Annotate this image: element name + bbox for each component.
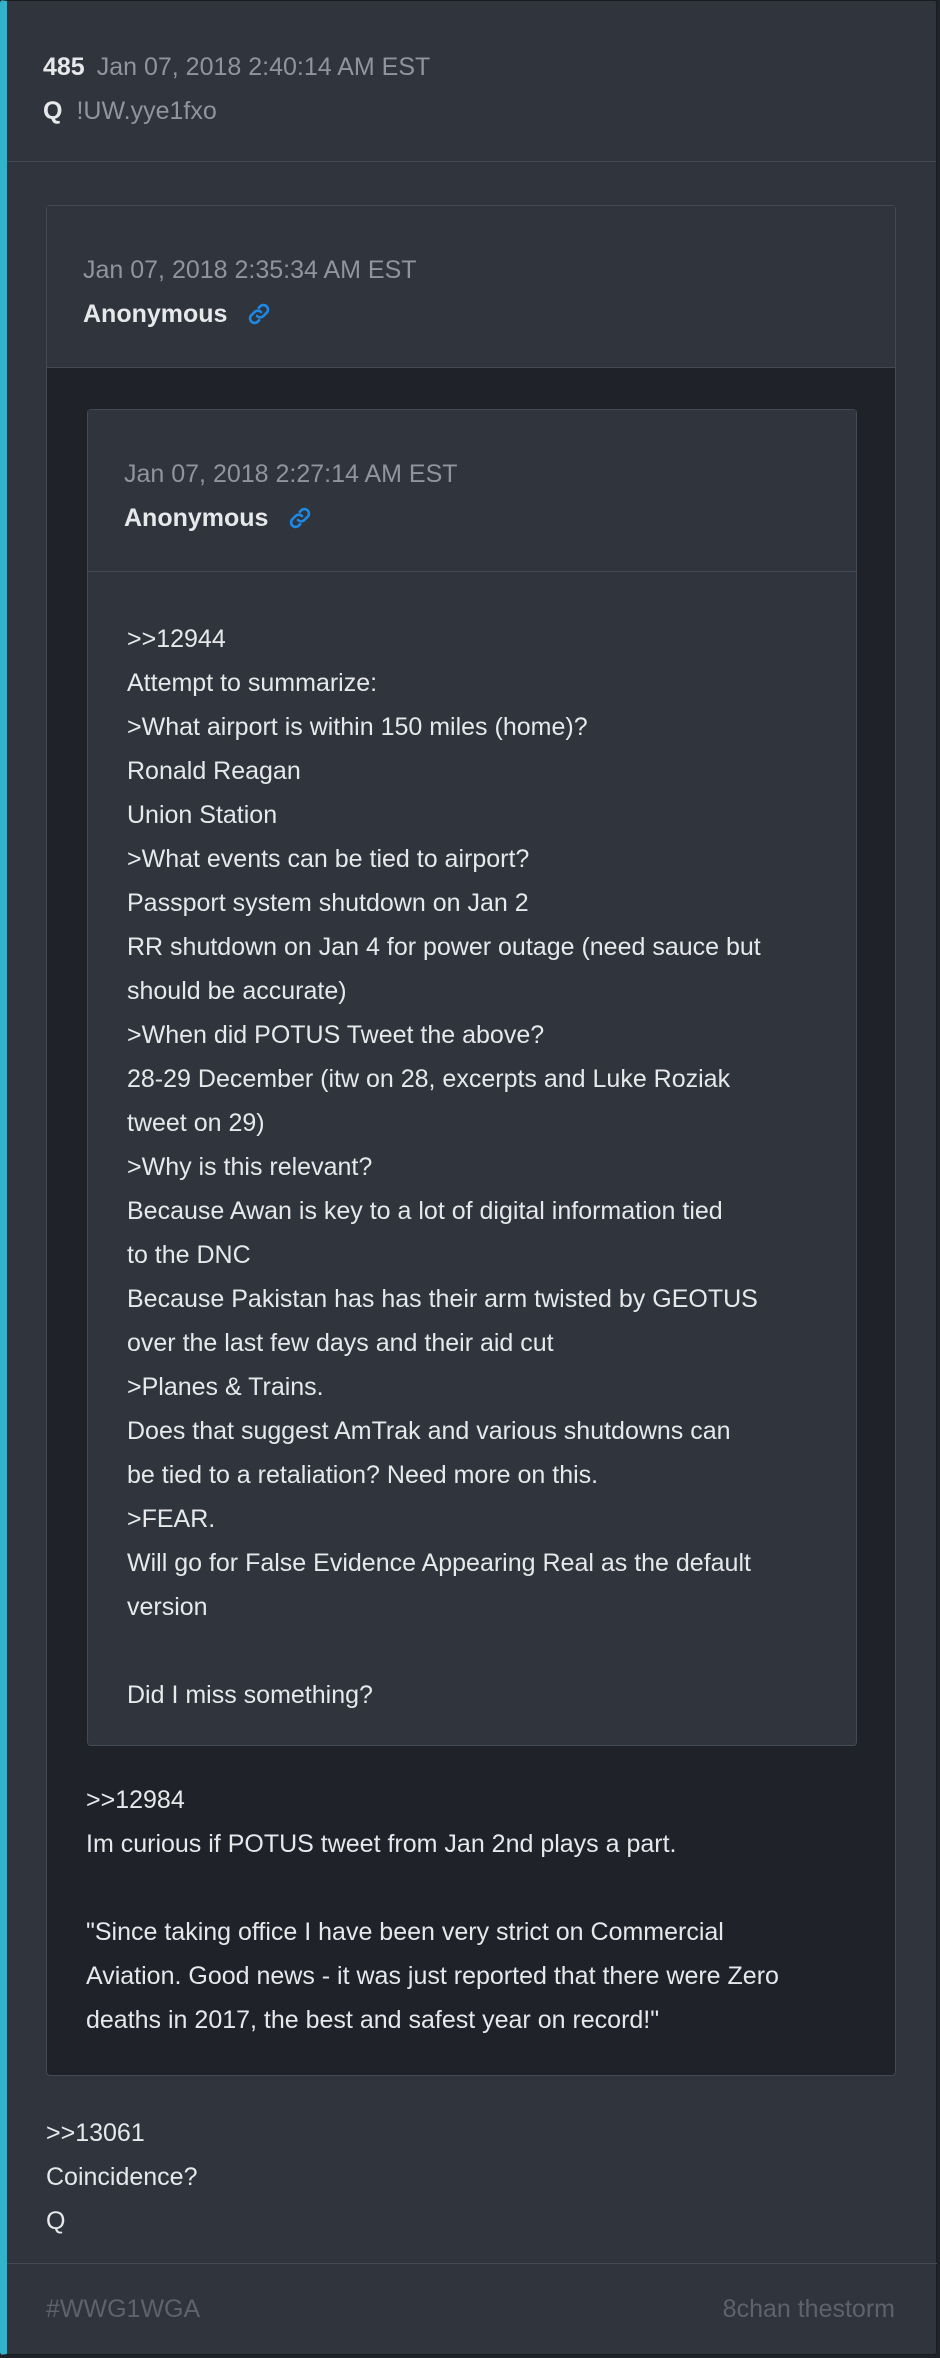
nested-quoted-post-body: >>12944 Attempt to summarize: >What airp…	[127, 625, 761, 1709]
quoted-post-body: >>12984 Im curious if POTUS tweet from J…	[86, 1786, 779, 2034]
post-body: >>13061 Coincidence? Q	[46, 2119, 198, 2235]
post-card: 485 Jan 07, 2018 2:40:14 AM EST Q !UW.yye1…	[0, 0, 937, 2355]
quoted-post-author: Anonymous	[83, 292, 895, 336]
quoted-post-header: Jan 07, 2018 2:35:34 AM EST Anonymous	[47, 206, 895, 368]
nested-quoted-author-name: Anonymous	[124, 504, 269, 532]
nested-quoted-post: Jan 07, 2018 2:27:14 AM EST Anonymous >>…	[87, 409, 857, 1746]
nested-quoted-post-date: Jan 07, 2018 2:27:14 AM EST	[124, 460, 458, 488]
nested-quoted-post-header: Jan 07, 2018 2:27:14 AM EST Anonymous	[88, 410, 856, 572]
post-date: Jan 07, 2018 2:40:14 AM EST	[96, 53, 431, 81]
quoted-author-name: Anonymous	[83, 300, 228, 328]
link-icon[interactable]	[288, 506, 312, 530]
tripcode: !UW.yye1fxo	[76, 97, 217, 125]
quoted-post-date: Jan 07, 2018 2:35:34 AM EST	[83, 256, 417, 284]
post-number: 485	[43, 53, 85, 81]
link-icon[interactable]	[247, 302, 271, 326]
author-name: Q	[43, 97, 63, 125]
post-header: 485 Jan 07, 2018 2:40:14 AM EST Q !UW.yye1…	[7, 1, 936, 162]
source-label: 8chan thestorm	[722, 2295, 895, 2323]
hashtag: #WWG1WGA	[46, 2295, 201, 2323]
post-footer: #WWG1WGA 8chan thestorm	[7, 2263, 937, 2355]
nested-quoted-post-author: Anonymous	[124, 496, 856, 540]
post-author: Q !UW.yye1fxo	[43, 89, 936, 133]
quoted-post: Jan 07, 2018 2:35:34 AM EST Anonymous Ja…	[46, 205, 896, 2076]
post-meta: 485 Jan 07, 2018 2:40:14 AM EST	[43, 45, 936, 89]
